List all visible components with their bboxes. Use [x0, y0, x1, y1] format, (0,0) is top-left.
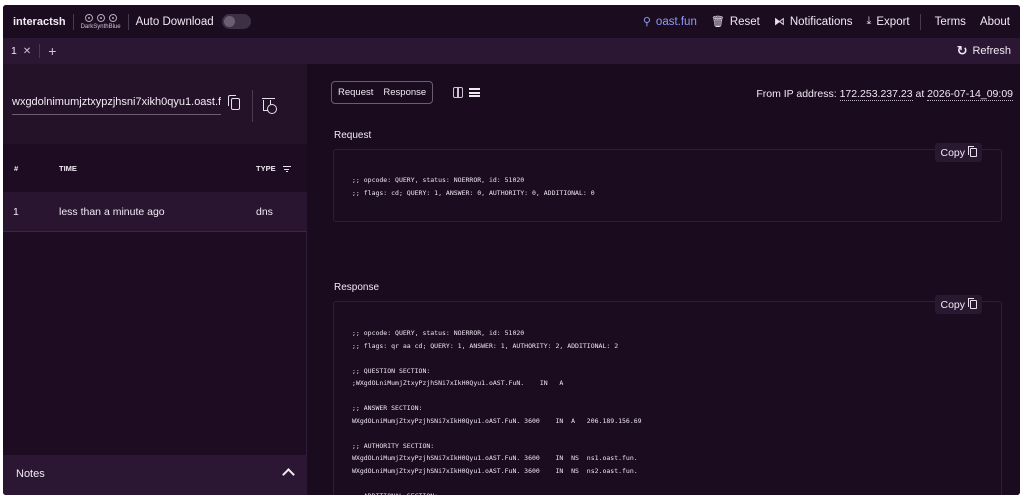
request-panel: Copy ;; opcode: QUERY, status: NOERROR, …: [333, 143, 1002, 222]
interaction-url[interactable]: wxgdolnimumjztxypzjhsni7xikh0qyu1.oast.f…: [12, 96, 221, 115]
notes-label: Notes: [16, 468, 45, 480]
theme-dot-icon[interactable]: [108, 13, 117, 22]
copy-label: Copy: [940, 146, 965, 159]
view-segment: Request Response: [331, 81, 434, 104]
split-view-icon[interactable]: [453, 87, 463, 98]
clear-history-icon[interactable]: [262, 98, 277, 114]
url-box: wxgdolnimumjztxypzjhsni7xikh0qyu1.oast.f…: [3, 64, 307, 144]
theme-icons: [84, 13, 117, 22]
from-label: From IP address:: [756, 88, 840, 100]
filter-icon[interactable]: [282, 166, 291, 173]
auto-download-label: Auto Download: [135, 15, 214, 28]
request-title: Request: [334, 130, 372, 141]
divider: [919, 13, 921, 30]
export-label: Export: [876, 15, 910, 28]
tab-label: 1: [11, 45, 17, 57]
table-row[interactable]: 1 less than a minute ago dns: [3, 192, 307, 232]
stacked-view-icon[interactable]: [469, 88, 480, 97]
reset-button[interactable]: 🗑 Reset: [710, 15, 760, 29]
theme-dot-icon[interactable]: [84, 13, 93, 22]
timestamp: 2026-07-14_09:09: [927, 88, 1013, 101]
col-number: #: [14, 164, 19, 173]
request-body: ;; opcode: QUERY, status: NOERROR, id: 5…: [352, 176, 595, 197]
chevron-up-icon[interactable]: [282, 468, 295, 481]
col-time: TIME: [59, 164, 77, 173]
host-link[interactable]: ⚲ oast.fun: [642, 15, 697, 29]
notifications-label: Notifications: [789, 15, 853, 28]
col-type-label: TYPE: [256, 164, 276, 173]
view-request-button[interactable]: Request: [338, 87, 373, 98]
copy-icon[interactable]: [228, 95, 240, 110]
interaction-list-panel: wxgdolnimumjztxypzjhsni7xikh0qyu1.oast.f…: [3, 64, 307, 495]
at-label: at: [912, 88, 928, 100]
top-navbar: interactsh DarkSynthBlue Auto Download ⚲…: [3, 5, 1020, 38]
theme-switcher[interactable]: DarkSynthBlue: [80, 13, 121, 30]
add-tab-button[interactable]: +: [40, 43, 64, 59]
app-window: interactsh DarkSynthBlue Auto Download ⚲…: [3, 5, 1020, 495]
tab-bar: 1 ✕ + ↻ Refresh: [3, 38, 1020, 64]
row-type: dns: [256, 206, 273, 218]
table-header: # TIME TYPE: [3, 144, 307, 192]
download-icon: ⤓: [866, 15, 872, 27]
response-title: Response: [334, 282, 380, 293]
brand-name: interactsh: [13, 15, 66, 28]
theme-name: DarkSynthBlue: [80, 23, 121, 30]
reset-label: Reset: [729, 15, 760, 28]
divider: [252, 90, 253, 122]
terms-link[interactable]: Terms: [935, 16, 966, 28]
col-type[interactable]: TYPE: [256, 164, 291, 173]
notes-bar[interactable]: Notes: [3, 455, 307, 495]
row-number: 1: [13, 206, 19, 218]
host-label: oast.fun: [655, 15, 697, 28]
export-button[interactable]: ⤓ Export: [867, 15, 910, 28]
source-ip: 172.253.237.23: [839, 88, 913, 101]
view-response-button[interactable]: Response: [383, 87, 426, 98]
divider: [72, 13, 74, 30]
close-icon[interactable]: ✕: [23, 46, 31, 57]
copy-request-button[interactable]: Copy: [935, 143, 982, 162]
divider: [127, 13, 129, 30]
trash-icon: 🗑: [710, 16, 725, 28]
toggle-knob: [223, 16, 235, 27]
megaphone-icon: ⧑: [773, 16, 785, 28]
refresh-button[interactable]: ↻ Refresh: [957, 43, 1011, 59]
refresh-icon: ↻: [956, 43, 968, 58]
theme-dot-icon[interactable]: [96, 13, 105, 22]
layout-switcher: [453, 87, 480, 98]
row-time: less than a minute ago: [59, 206, 165, 218]
refresh-label: Refresh: [972, 45, 1011, 57]
about-link[interactable]: About: [980, 16, 1010, 28]
copy-icon: [968, 298, 977, 309]
copy-label: Copy: [940, 298, 965, 311]
detail-panel: Request Response From IP address: 172.25…: [308, 64, 1020, 495]
tab-1[interactable]: 1 ✕: [3, 38, 39, 64]
auto-download-toggle[interactable]: [221, 14, 251, 29]
response-panel: Copy ;; opcode: QUERY, status: NOERROR, …: [333, 295, 1002, 495]
response-body: ;; opcode: QUERY, status: NOERROR, id: 5…: [352, 329, 642, 495]
copy-icon: [968, 146, 977, 157]
source-info: From IP address: 172.253.237.23 at 2026-…: [756, 88, 1013, 101]
copy-response-button[interactable]: Copy: [935, 295, 982, 314]
bulb-icon: ⚲: [642, 16, 651, 28]
notifications-button[interactable]: ⧑ Notifications: [773, 15, 853, 29]
